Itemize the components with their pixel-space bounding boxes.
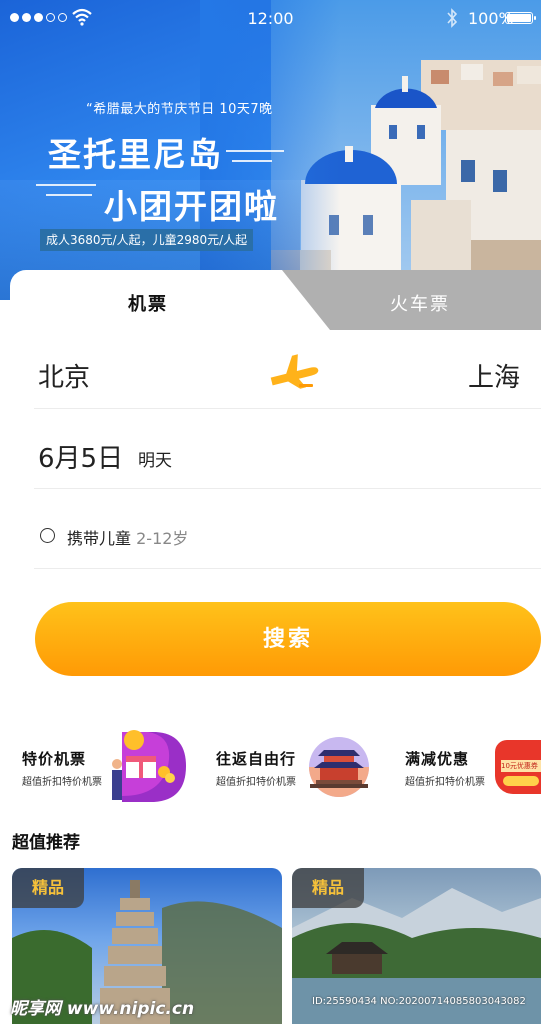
watermark-id: ID:25590434 NO:20200714085803043082	[312, 996, 526, 1007]
battery-icon	[505, 12, 536, 24]
promo-desc: 超值折扣特价机票	[22, 777, 102, 788]
departure-city[interactable]: 北京	[38, 357, 90, 394]
divider	[34, 568, 541, 569]
promo-desc: 超值折扣特价机票	[405, 777, 485, 788]
coupon-text: 10元优惠券	[501, 760, 541, 772]
status-time: 12:00	[247, 9, 294, 28]
child-option-label[interactable]: 携带儿童 2-12岁	[67, 525, 188, 549]
departure-date[interactable]: 6月5日	[38, 438, 123, 475]
bluetooth-icon	[447, 8, 458, 28]
search-button[interactable]: 搜索	[35, 602, 541, 676]
hero-title-line2: 小团开团啦	[104, 187, 279, 226]
temple-illustration-icon	[309, 737, 369, 797]
promo-round-trip[interactable]: 往返自由行 超值折扣特价机票	[216, 728, 376, 808]
promo-title: 满减优惠	[405, 750, 470, 768]
hero-price-tag: 成人3680元/人起，儿童2980元/人起	[40, 229, 254, 251]
date-relative-label: 明天	[138, 451, 172, 471]
cloud-decoration	[36, 184, 96, 186]
child-age-range: 2-12岁	[136, 529, 189, 548]
airplane-icon[interactable]	[266, 350, 320, 390]
divider	[34, 408, 541, 409]
divider	[34, 488, 541, 489]
promo-coupon[interactable]: 满减优惠 超值折扣特价机票 10元优惠券	[405, 728, 541, 808]
premium-badge: 精品	[12, 868, 84, 908]
arrival-city[interactable]: 上海	[468, 357, 520, 394]
coupon-illustration-icon: 10元优惠券	[495, 740, 541, 794]
promo-discount-flights[interactable]: 特价机票 超值折扣特价机票	[22, 728, 192, 808]
status-bar: 12:00 100%	[0, 0, 541, 36]
promo-title: 往返自由行	[216, 750, 297, 768]
section-title-recommendations: 超值推荐	[12, 833, 80, 853]
promo-title: 特价机票	[22, 750, 87, 768]
tab-train-label[interactable]: 火车票	[390, 290, 450, 316]
premium-badge: 精品	[292, 868, 364, 908]
hero-subtitle: “希腊最大的节庆节日 10天7晚	[86, 102, 273, 117]
gift-illustration-icon	[112, 730, 186, 802]
cloud-decoration	[226, 150, 284, 152]
child-radio[interactable]	[40, 528, 55, 543]
promo-desc: 超值折扣特价机票	[216, 777, 296, 788]
hero-title-line1: 圣托里尼岛	[48, 135, 223, 174]
watermark-logo: 昵享网 www.nipic.cn	[10, 999, 195, 1019]
hero-banner[interactable]: “希腊最大的节庆节日 10天7晚 圣托里尼岛 小团开团啦 成人3680元/人起，…	[0, 0, 541, 300]
tab-flight-label[interactable]: 机票	[128, 290, 168, 316]
